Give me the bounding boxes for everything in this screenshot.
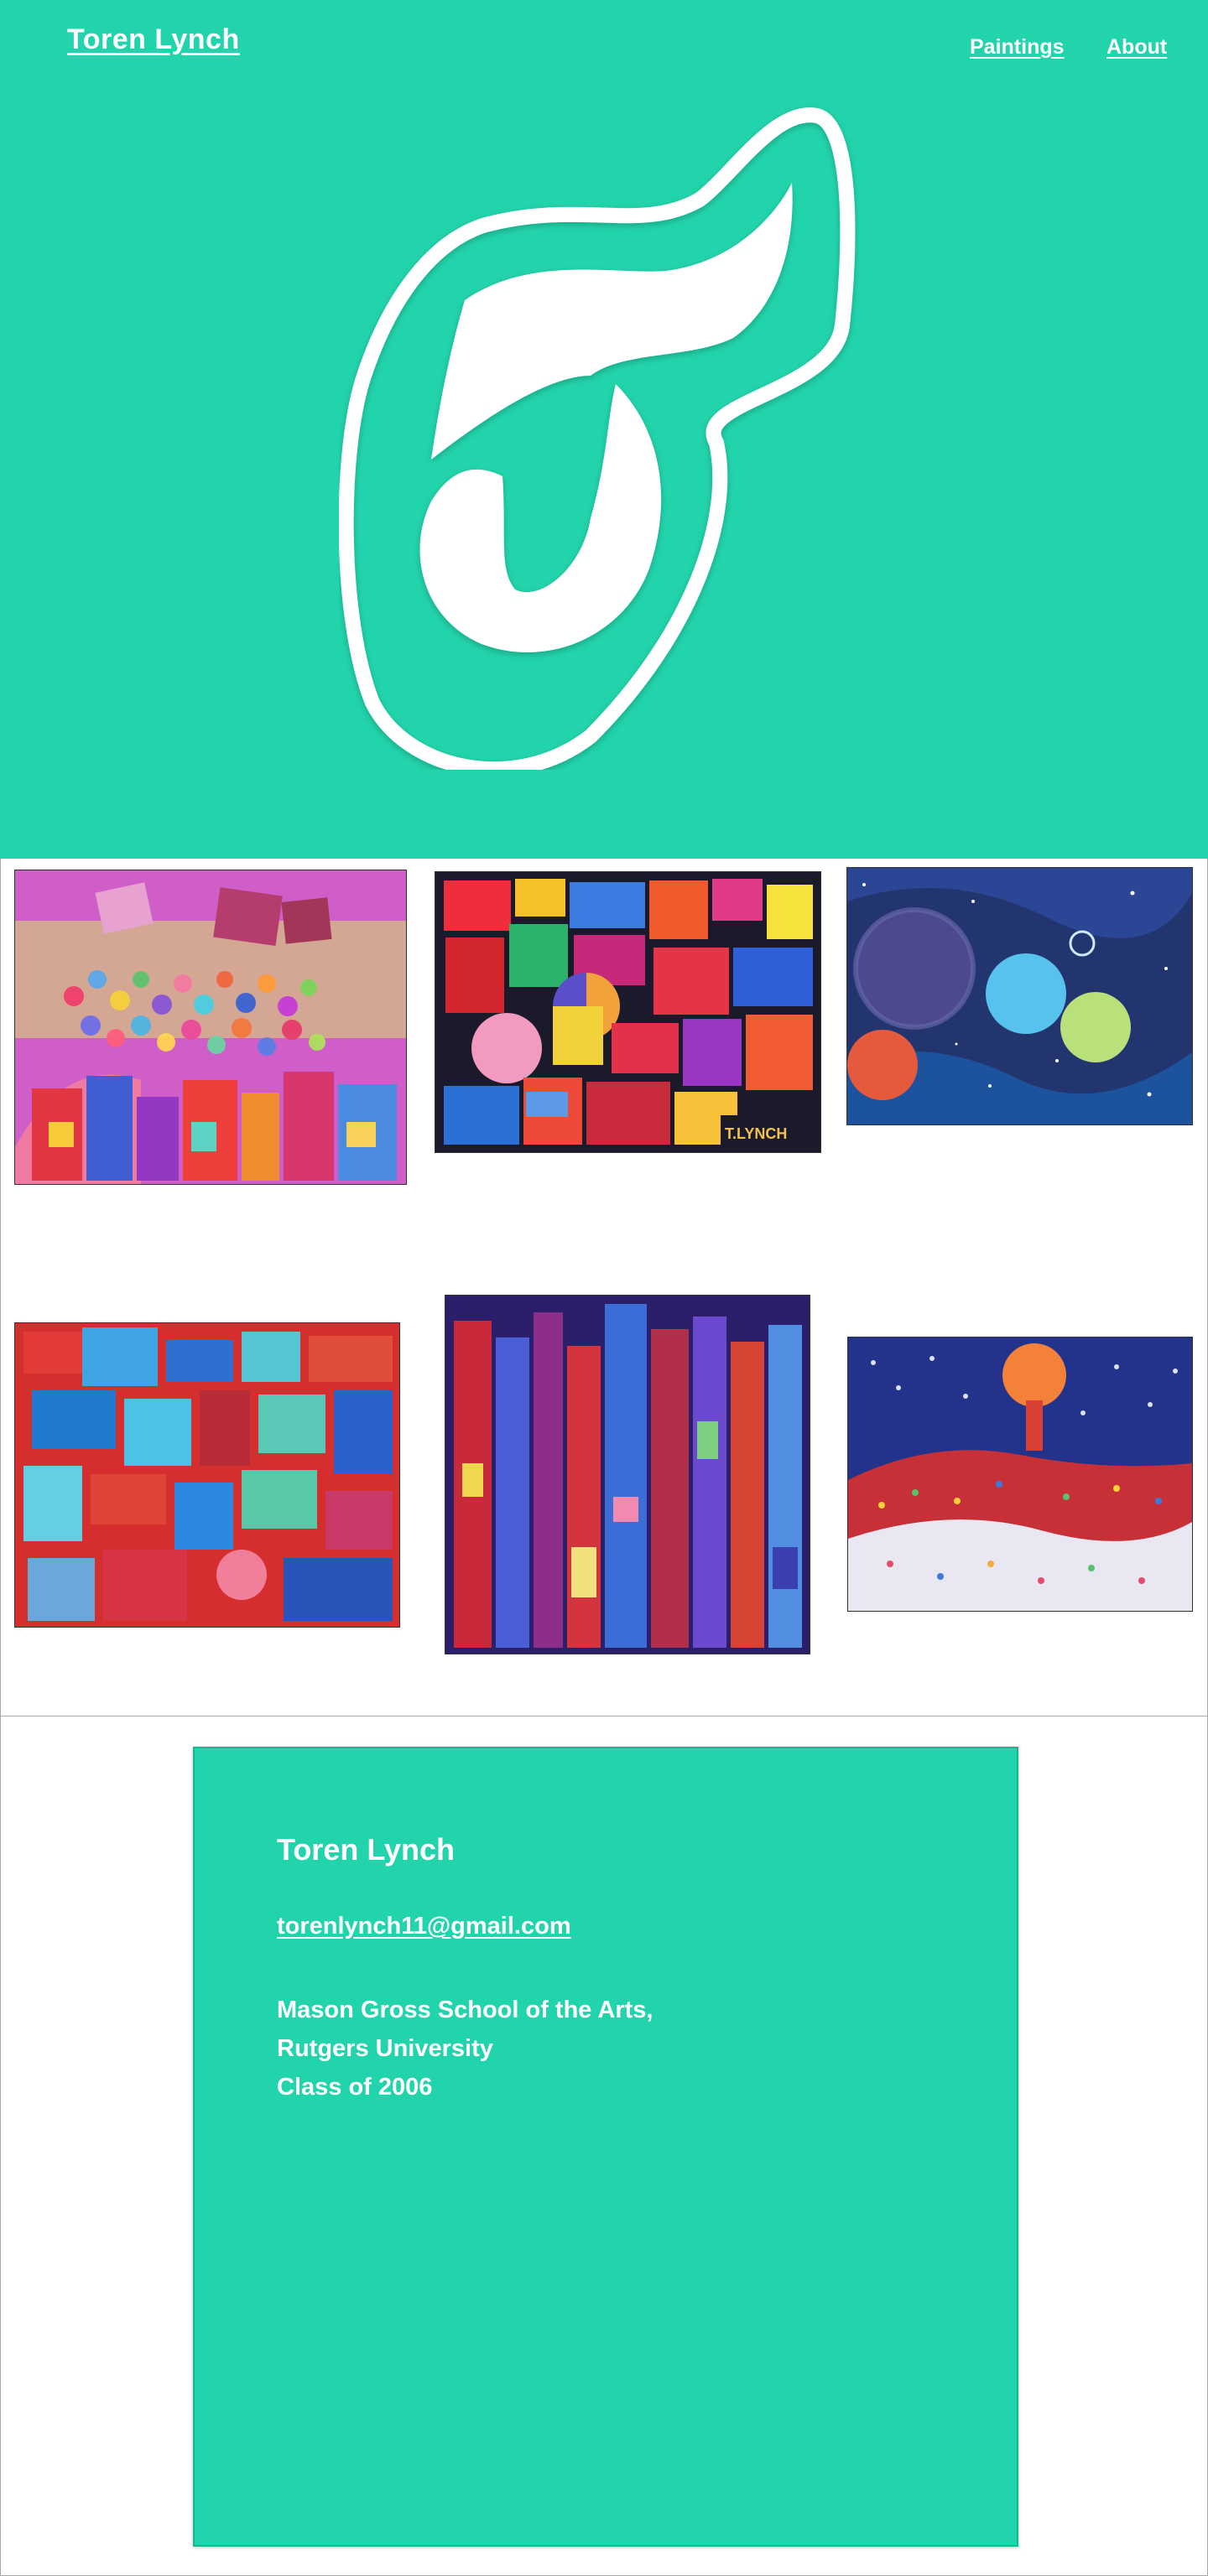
school-line: Class of 2006: [277, 2074, 433, 2101]
painting-thumbnail[interactable]: [847, 1337, 1193, 1612]
nav-paintings-link[interactable]: Paintings: [970, 35, 1065, 60]
contact-card: Toren Lynch torenlynch11@gmail.com Mason…: [193, 1747, 1018, 2547]
nav-about-link[interactable]: About: [1106, 35, 1167, 60]
hero-banner: Toren Lynch Paintings About: [0, 0, 1208, 859]
painting-planets-image: [847, 868, 1192, 1124]
svg-text:T.LYNCH: T.LYNCH: [725, 1125, 787, 1142]
painting-thumbnail[interactable]: [14, 870, 407, 1185]
contact-name: Toren Lynch: [277, 1832, 456, 1867]
painting-vertical-city-image: [445, 1296, 810, 1654]
about-section: Toren Lynch torenlynch11@gmail.com Mason…: [0, 1716, 1208, 2576]
painting-thumbnail[interactable]: [846, 867, 1193, 1125]
school-line: Mason Gross School of the Arts,: [277, 1997, 653, 2023]
monogram-logo-icon: [339, 107, 856, 770]
painting-geometric-blocks-image: T.LYNCH: [435, 872, 820, 1152]
painting-blue-red-abstract-image: [15, 1323, 399, 1627]
painting-dotted-landscape-image: [848, 1337, 1192, 1611]
painting-thumbnail[interactable]: [14, 1322, 400, 1628]
site-title-link[interactable]: Toren Lynch: [67, 23, 240, 56]
painting-thumbnail[interactable]: [445, 1295, 810, 1654]
painting-candy-cityscape-image: [15, 870, 406, 1184]
paintings-gallery: T.LYNCH: [0, 859, 1208, 1716]
contact-email-link[interactable]: torenlynch11@gmail.com: [277, 1913, 571, 1940]
school-line: Rutgers University: [277, 2035, 493, 2062]
painting-thumbnail[interactable]: T.LYNCH: [435, 871, 821, 1153]
